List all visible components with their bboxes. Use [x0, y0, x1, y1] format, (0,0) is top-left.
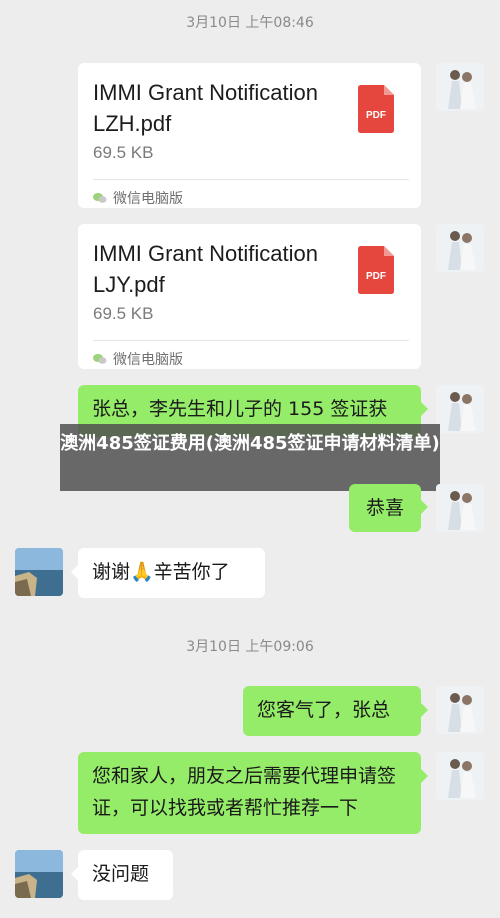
my-avatar[interactable]	[436, 224, 484, 272]
message-bubble[interactable]: 您客气了，张总	[243, 686, 421, 736]
pdf-icon-label: PDF	[366, 271, 386, 282]
couple-avatar-icon	[436, 63, 484, 111]
file-size: 69.5 KB	[93, 143, 154, 162]
couple-avatar-icon	[436, 224, 484, 272]
file-name: IMMI Grant Notification LJY.pdf	[93, 241, 318, 297]
file-source-label: 微信电脑版	[113, 352, 183, 368]
file-source-label: 微信电脑版	[113, 191, 183, 207]
bubble-tail	[421, 500, 428, 514]
message-bubble[interactable]: 您和家人，朋友之后需要代理申请签证，可以找我或者帮忙推荐一下	[78, 752, 421, 834]
bubble-tail	[421, 402, 428, 416]
my-avatar[interactable]	[436, 686, 484, 734]
timestamp: 3月10日 上午08:46	[186, 15, 314, 31]
bubble-tail	[71, 565, 78, 579]
contact-avatar[interactable]	[15, 850, 63, 898]
contact-avatar[interactable]	[15, 548, 63, 596]
wechat-icon	[93, 193, 107, 203]
file-size: 69.5 KB	[93, 304, 154, 323]
couple-avatar-icon	[436, 484, 484, 532]
bubble-tail	[421, 703, 428, 717]
message-bubble[interactable]: 恭喜	[349, 484, 421, 532]
my-avatar[interactable]	[436, 63, 484, 111]
divider	[93, 340, 409, 341]
couple-avatar-icon	[436, 686, 484, 734]
file-name: IMMI Grant Notification LZH.pdf	[93, 80, 318, 136]
coastline-avatar-icon	[15, 548, 63, 596]
message-bubble[interactable]: 没问题	[78, 850, 173, 900]
message-bubble[interactable]: 谢谢🙏辛苦你了	[78, 548, 265, 598]
my-avatar[interactable]	[436, 385, 484, 433]
pdf-icon: PDF	[358, 246, 394, 294]
couple-avatar-icon	[436, 385, 484, 433]
my-avatar[interactable]	[436, 484, 484, 532]
file-source: 微信电脑版	[93, 188, 183, 208]
couple-avatar-icon	[436, 752, 484, 800]
divider	[93, 179, 409, 180]
pdf-icon: PDF	[358, 85, 394, 133]
timestamp: 3月10日 上午09:06	[186, 639, 314, 655]
file-source: 微信电脑版	[93, 349, 183, 369]
bubble-tail	[421, 769, 428, 783]
coastline-avatar-icon	[15, 850, 63, 898]
overlay-banner: 澳洲485签证费用(澳洲485签证申请材料清单)	[60, 424, 440, 491]
my-avatar[interactable]	[436, 752, 484, 800]
pdf-icon-label: PDF	[366, 110, 386, 121]
wechat-icon	[93, 354, 107, 364]
bubble-tail	[71, 867, 78, 881]
file-message-card[interactable]: IMMI Grant Notification LZH.pdf 69.5 KB …	[78, 63, 421, 208]
file-message-card[interactable]: IMMI Grant Notification LJY.pdf 69.5 KB …	[78, 224, 421, 369]
